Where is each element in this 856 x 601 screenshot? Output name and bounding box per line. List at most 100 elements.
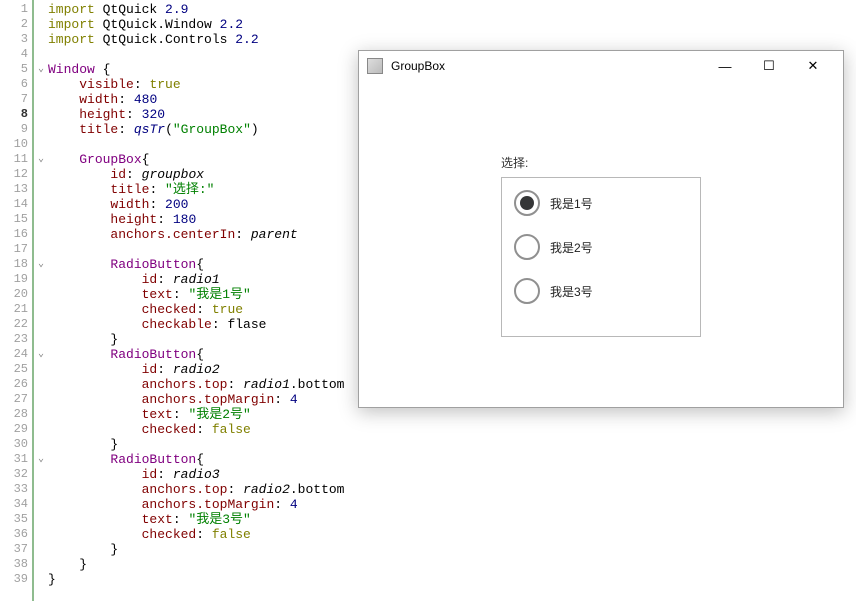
line-number: 36: [0, 527, 32, 542]
fold-toggle-icon[interactable]: ⌄: [34, 257, 48, 272]
fold-spacer: [34, 572, 48, 587]
code-line[interactable]: RadioButton{: [48, 452, 344, 467]
code-line[interactable]: anchors.top: radio2.bottom: [48, 482, 344, 497]
line-number: 33: [0, 482, 32, 497]
line-number: 11: [0, 152, 32, 167]
line-number: 17: [0, 242, 32, 257]
line-number: 28: [0, 407, 32, 422]
code-line[interactable]: anchors.centerIn: parent: [48, 227, 344, 242]
code-line[interactable]: anchors.topMargin: 4: [48, 497, 344, 512]
line-number: 32: [0, 467, 32, 482]
fold-spacer: [34, 497, 48, 512]
code-line[interactable]: }: [48, 557, 344, 572]
fold-spacer: [34, 92, 48, 107]
code-line[interactable]: }: [48, 437, 344, 452]
fold-spacer: [34, 287, 48, 302]
fold-spacer: [34, 527, 48, 542]
fold-spacer: [34, 557, 48, 572]
code-line[interactable]: text: "我是3号": [48, 512, 344, 527]
fold-spacer: [34, 167, 48, 182]
code-line[interactable]: visible: true: [48, 77, 344, 92]
radio-option-3[interactable]: 我是3号: [514, 276, 688, 306]
line-number: 3: [0, 32, 32, 47]
line-number: 19: [0, 272, 32, 287]
fold-toggle-icon[interactable]: ⌄: [34, 62, 48, 77]
code-line[interactable]: }: [48, 542, 344, 557]
line-number: 35: [0, 512, 32, 527]
code-line[interactable]: }: [48, 332, 344, 347]
line-number-gutter: 1234567891011121314151617181920212223242…: [0, 0, 34, 601]
window-icon: [367, 58, 383, 74]
line-number: 10: [0, 137, 32, 152]
code-line[interactable]: id: radio2: [48, 362, 344, 377]
fold-spacer: [34, 407, 48, 422]
line-number: 23: [0, 332, 32, 347]
line-number: 22: [0, 317, 32, 332]
code-line[interactable]: checkable: flase: [48, 317, 344, 332]
fold-spacer: [34, 317, 48, 332]
fold-spacer: [34, 32, 48, 47]
line-number: 26: [0, 377, 32, 392]
fold-spacer: [34, 122, 48, 137]
line-number: 9: [0, 122, 32, 137]
close-button[interactable]: ✕: [791, 51, 835, 81]
radio-option-2[interactable]: 我是2号: [514, 232, 688, 262]
radio-option-1[interactable]: 我是1号: [514, 188, 688, 218]
code-line[interactable]: id: radio1: [48, 272, 344, 287]
code-line[interactable]: title: qsTr("GroupBox"): [48, 122, 344, 137]
code-line[interactable]: checked: false: [48, 422, 344, 437]
fold-toggle-icon[interactable]: ⌄: [34, 347, 48, 362]
code-line[interactable]: text: "我是2号": [48, 407, 344, 422]
line-number: 1: [0, 2, 32, 17]
fold-spacer: [34, 137, 48, 152]
code-line[interactable]: id: radio3: [48, 467, 344, 482]
fold-spacer: [34, 467, 48, 482]
radio-indicator-icon: [514, 234, 540, 260]
code-line[interactable]: RadioButton{: [48, 347, 344, 362]
code-line[interactable]: checked: false: [48, 527, 344, 542]
fold-spacer: [34, 542, 48, 557]
client-area: 选择: 我是1号我是2号我是3号: [359, 81, 843, 407]
code-line[interactable]: Window {: [48, 62, 344, 77]
fold-column[interactable]: ⌄ ⌄ ⌄ ⌄ ⌄: [34, 0, 48, 601]
fold-spacer: [34, 362, 48, 377]
title-bar[interactable]: GroupBox — ☐ ✕: [359, 51, 843, 81]
groupbox: 选择: 我是1号我是2号我是3号: [501, 154, 701, 334]
line-number: 38: [0, 557, 32, 572]
code-line[interactable]: import QtQuick 2.9: [48, 2, 344, 17]
code-line[interactable]: import QtQuick.Controls 2.2: [48, 32, 344, 47]
code-line[interactable]: id: groupbox: [48, 167, 344, 182]
line-number: 37: [0, 542, 32, 557]
fold-toggle-icon[interactable]: ⌄: [34, 152, 48, 167]
code-line[interactable]: import QtQuick.Window 2.2: [48, 17, 344, 32]
fold-spacer: [34, 212, 48, 227]
line-number: 2: [0, 17, 32, 32]
code-line[interactable]: width: 200: [48, 197, 344, 212]
code-line[interactable]: [48, 242, 344, 257]
fold-spacer: [34, 77, 48, 92]
maximize-button[interactable]: ☐: [747, 51, 791, 81]
line-number: 30: [0, 437, 32, 452]
code-line[interactable]: [48, 47, 344, 62]
code-editor[interactable]: 1234567891011121314151617181920212223242…: [0, 0, 360, 601]
code-area[interactable]: import QtQuick 2.9import QtQuick.Window …: [48, 0, 344, 601]
minimize-button[interactable]: —: [703, 51, 747, 81]
line-number: 20: [0, 287, 32, 302]
window-title: GroupBox: [391, 59, 445, 73]
code-line[interactable]: height: 180: [48, 212, 344, 227]
fold-toggle-icon[interactable]: ⌄: [34, 452, 48, 467]
code-line[interactable]: height: 320: [48, 107, 344, 122]
code-line[interactable]: [48, 137, 344, 152]
code-line[interactable]: width: 480: [48, 92, 344, 107]
code-line[interactable]: anchors.topMargin: 4: [48, 392, 344, 407]
code-line[interactable]: anchors.top: radio1.bottom: [48, 377, 344, 392]
code-line[interactable]: checked: true: [48, 302, 344, 317]
code-line[interactable]: GroupBox{: [48, 152, 344, 167]
radio-label: 我是1号: [550, 195, 593, 212]
code-line[interactable]: text: "我是1号": [48, 287, 344, 302]
code-line[interactable]: title: "选择:": [48, 182, 344, 197]
fold-spacer: [34, 107, 48, 122]
line-number: 5: [0, 62, 32, 77]
code-line[interactable]: RadioButton{: [48, 257, 344, 272]
code-line[interactable]: }: [48, 572, 344, 587]
